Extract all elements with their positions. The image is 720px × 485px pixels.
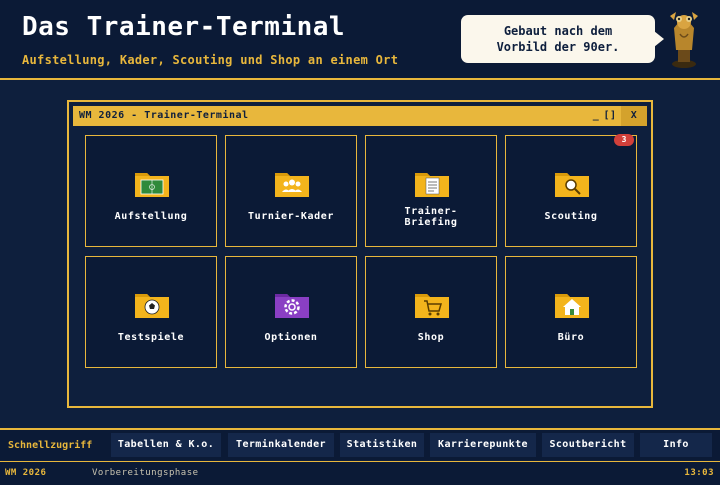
- home-folder-icon: [555, 294, 589, 318]
- quick-button-karrierepunkte[interactable]: Karrierepunkte: [430, 433, 536, 457]
- quick-button-tabellen[interactable]: Tabellen & K.o.: [111, 433, 221, 457]
- tile-label: Scouting: [544, 211, 598, 222]
- tile-scouting[interactable]: 3 Scouting: [505, 134, 637, 247]
- tile-turnier-kader[interactable]: Turnier-Kader: [225, 135, 357, 247]
- tile-shop[interactable]: Shop: [365, 256, 497, 368]
- tile-label: Büro: [557, 332, 585, 343]
- status-clock: 13:03: [684, 468, 714, 478]
- tile-label: Shop: [417, 332, 445, 343]
- terminal-window: WM 2026 - Trainer-Terminal _ [] X Aufste…: [67, 100, 653, 408]
- quick-button-statistiken[interactable]: Statistiken: [340, 433, 424, 457]
- search-folder-icon: [555, 173, 589, 197]
- tactics-folder-icon: [135, 173, 169, 197]
- tile-testspiele[interactable]: Testspiele: [85, 256, 217, 368]
- ball-folder-icon: [135, 294, 169, 318]
- page-subtitle: Aufstellung, Kader, Scouting und Shop an…: [22, 53, 399, 67]
- trophy-mascot-icon: [668, 12, 700, 72]
- quick-button-info[interactable]: Info: [640, 433, 712, 457]
- tile-aufstellung[interactable]: Aufstellung: [85, 135, 217, 247]
- maximize-button[interactable]: []: [603, 106, 617, 126]
- minimize-button[interactable]: _: [589, 106, 603, 126]
- close-button[interactable]: X: [621, 106, 647, 126]
- tile-label: Testspiele: [117, 332, 185, 343]
- status-bar: WM 2026 Vorbereitungsphase 13:03: [0, 461, 720, 485]
- status-tournament: WM 2026: [5, 468, 47, 478]
- notification-badge: 3: [614, 134, 634, 146]
- document-folder-icon: [415, 173, 449, 197]
- status-phase: Vorbereitungsphase: [92, 468, 199, 478]
- tile-trainer-briefing[interactable]: Trainer- Briefing: [365, 135, 497, 247]
- window-titlebar[interactable]: WM 2026 - Trainer-Terminal _ [] X: [73, 106, 647, 126]
- app-header: Das Trainer-Terminal Aufstellung, Kader,…: [0, 0, 720, 80]
- gear-folder-icon: [275, 294, 309, 318]
- tile-label: Turnier-Kader: [247, 211, 335, 222]
- tile-label: Optionen: [264, 332, 318, 343]
- team-folder-icon: [275, 173, 309, 197]
- speech-bubble: Gebaut nach dem Vorbild der 90er.: [461, 15, 664, 63]
- tile-label: Trainer- Briefing: [404, 206, 458, 228]
- tile-label: Aufstellung: [114, 211, 188, 222]
- cart-folder-icon: [415, 294, 449, 318]
- tile-buero[interactable]: Büro: [505, 256, 637, 368]
- quick-button-scoutbericht[interactable]: Scoutbericht: [542, 433, 634, 457]
- window-title: WM 2026 - Trainer-Terminal: [79, 110, 249, 121]
- quick-access-bar: Schnellzugriff Tabellen & K.o. Terminkal…: [0, 428, 720, 460]
- tile-optionen[interactable]: Optionen: [225, 256, 357, 368]
- quick-access-label: Schnellzugriff: [8, 440, 93, 451]
- quick-button-terminkalender[interactable]: Terminkalender: [228, 433, 334, 457]
- page-title: Das Trainer-Terminal: [22, 12, 346, 42]
